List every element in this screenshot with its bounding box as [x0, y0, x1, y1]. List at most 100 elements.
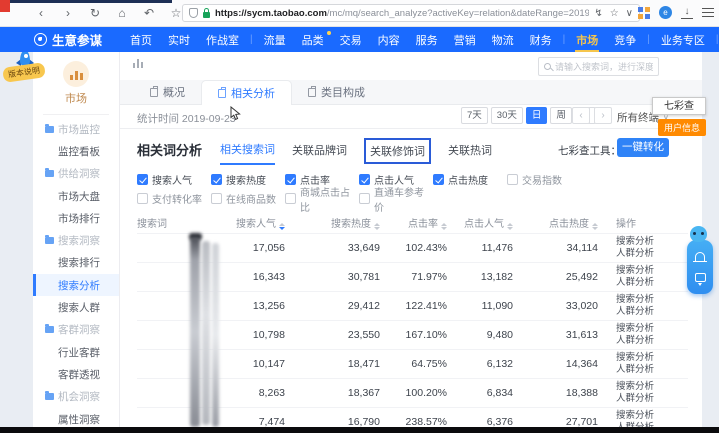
metric-直通车参考价[interactable]: 直通车参考价	[359, 184, 433, 214]
subtab-关联热词[interactable]: 关联热词	[448, 142, 492, 164]
undo-icon[interactable]: ↶	[142, 6, 156, 20]
nav-item-业务专区[interactable]: 业务专区	[653, 27, 713, 52]
chat-icon[interactable]	[695, 273, 706, 282]
column-header-点击人气[interactable]: 点击人气	[447, 215, 513, 231]
sidebar-item-行业客群[interactable]: 行业客群	[33, 341, 119, 363]
metric-在线商品数[interactable]: 在线商品数	[211, 191, 285, 206]
nav-item-流量[interactable]: 流量	[256, 27, 294, 52]
column-header-点击热度[interactable]: 点击热度	[513, 215, 598, 231]
nav-item-品类[interactable]: 品类	[294, 27, 332, 52]
sidebar-item-搜索人群[interactable]: 搜索人群	[33, 296, 119, 318]
action-link-人群分析[interactable]: 人群分析	[616, 248, 688, 260]
subtab-关联修饰词[interactable]: 关联修饰词	[364, 138, 431, 164]
checkbox-checked[interactable]	[359, 174, 370, 185]
column-header-搜索人气[interactable]: 搜索人气	[222, 215, 285, 231]
assistant-mascot-icon[interactable]	[690, 226, 707, 242]
subtab-关联品牌词[interactable]: 关联品牌词	[292, 142, 347, 164]
action-link-搜索分析[interactable]: 搜索分析	[616, 265, 688, 277]
metric-交易指数[interactable]: 交易指数	[507, 172, 581, 187]
nav-item-内容[interactable]: 内容	[370, 27, 408, 52]
subtab-相关搜索词[interactable]: 相关搜索词	[220, 141, 275, 165]
metric-搜索人气[interactable]: 搜索人气	[137, 172, 211, 187]
prev-date-button[interactable]: ‹	[572, 107, 590, 124]
sidebar-item-搜索分析[interactable]: 搜索分析	[33, 274, 119, 296]
sidebar-item-搜索洞察[interactable]: 搜索洞察	[33, 229, 119, 251]
action-link-人群分析[interactable]: 人群分析	[616, 335, 688, 347]
next-date-button[interactable]: ›	[594, 107, 612, 124]
action-link-人群分析[interactable]: 人群分析	[616, 364, 688, 376]
user-info-badge[interactable]: 用户信息	[658, 119, 706, 136]
action-link-人群分析[interactable]: 人群分析	[616, 393, 688, 405]
action-link-搜索分析[interactable]: 搜索分析	[616, 381, 688, 393]
sidebar-item-客群洞察[interactable]: 客群洞察	[33, 319, 119, 341]
bookmark-star-icon[interactable]: ☆	[169, 6, 183, 20]
column-header-点击率[interactable]: 点击率	[380, 215, 447, 231]
sidebar-item-市场监控[interactable]: 市场监控	[33, 118, 119, 140]
search-input[interactable]	[555, 62, 653, 72]
checkbox-checked[interactable]	[285, 174, 296, 185]
address-bar[interactable]: https://sycm.taobao.com/mc/mq/search_ana…	[182, 4, 640, 22]
checkbox-unchecked[interactable]	[211, 193, 222, 204]
range-button-7天[interactable]: 7天	[461, 107, 488, 124]
checkbox-unchecked[interactable]	[137, 193, 148, 204]
favorite-star-icon[interactable]: ☆	[610, 8, 619, 19]
back-icon[interactable]: ‹	[34, 6, 48, 20]
bell-icon[interactable]	[695, 252, 705, 261]
checkbox-unchecked[interactable]	[359, 193, 370, 204]
column-header-搜索热度[interactable]: 搜索热度	[285, 215, 380, 231]
metric-点击热度[interactable]: 点击热度	[433, 172, 507, 187]
range-button-周[interactable]: 周	[550, 107, 572, 124]
checkbox-checked[interactable]	[211, 174, 222, 185]
sidebar-item-市场排行[interactable]: 市场排行	[33, 207, 119, 229]
brand[interactable]: 生意参谋	[34, 30, 102, 49]
tab-概况[interactable]: 概况	[134, 80, 201, 104]
nav-item-竞争[interactable]: 竞争	[606, 27, 644, 52]
nav-item-服务[interactable]: 服务	[408, 27, 446, 52]
range-button-日[interactable]: 日	[526, 107, 548, 124]
checkbox-unchecked[interactable]	[507, 174, 518, 185]
action-link-搜索分析[interactable]: 搜索分析	[616, 323, 688, 335]
action-link-搜索分析[interactable]: 搜索分析	[616, 352, 688, 364]
sidebar-item-市场大盘[interactable]: 市场大盘	[33, 185, 119, 207]
sidebar-item-机会洞察[interactable]: 机会洞察	[33, 386, 119, 408]
nav-item-财务[interactable]: 财务	[522, 27, 560, 52]
dropdown-chevron-icon[interactable]: ∨	[626, 8, 633, 19]
nav-item-作战室[interactable]: 作战室	[198, 27, 247, 52]
range-button-30天[interactable]: 30天	[491, 107, 523, 124]
nav-item-市场[interactable]: 市场	[568, 27, 606, 52]
metric-支付转化率[interactable]: 支付转化率	[137, 191, 211, 206]
url-text[interactable]: https://sycm.taobao.com/mc/mq/search_ana…	[215, 8, 589, 19]
action-link-人群分析[interactable]: 人群分析	[616, 277, 688, 289]
action-link-人群分析[interactable]: 人群分析	[616, 306, 688, 318]
action-link-搜索分析[interactable]: 搜索分析	[616, 410, 688, 422]
qicai-overlay-button[interactable]: 七彩查	[652, 97, 706, 115]
tab-相关分析[interactable]: 相关分析	[201, 80, 292, 105]
one-key-convert-button[interactable]: 一键转化	[617, 138, 669, 157]
nav-item-营销[interactable]: 营销	[446, 27, 484, 52]
metric-搜索热度[interactable]: 搜索热度	[211, 172, 285, 187]
metric-商城点击占比[interactable]: 商城点击占比	[285, 184, 359, 214]
forward-icon[interactable]: ›	[61, 6, 75, 20]
tab-类目构成[interactable]: 类目构成	[292, 80, 381, 104]
nav-item-物流[interactable]: 物流	[484, 27, 522, 52]
sidebar-item-客群透视[interactable]: 客群透视	[33, 363, 119, 385]
extensions-grid-icon[interactable]	[638, 7, 650, 19]
download-icon[interactable]: ↓	[681, 7, 693, 19]
keyword-search-box[interactable]	[538, 57, 659, 76]
account-icon[interactable]: e	[659, 6, 672, 19]
reload-icon[interactable]: ↻	[88, 6, 102, 20]
sidebar-item-搜索排行[interactable]: 搜索排行	[33, 252, 119, 274]
checkbox-checked[interactable]	[433, 174, 444, 185]
browser-menu-icon[interactable]	[702, 8, 714, 18]
sidebar-item-供给洞察[interactable]: 供给洞察	[33, 163, 119, 185]
action-link-搜索分析[interactable]: 搜索分析	[616, 236, 688, 248]
nav-item-首页[interactable]: 首页	[122, 27, 160, 52]
nav-item-交易[interactable]: 交易	[332, 27, 370, 52]
action-link-搜索分析[interactable]: 搜索分析	[616, 294, 688, 306]
sidebar-item-监控看板[interactable]: 监控看板	[33, 140, 119, 162]
flash-icon[interactable]: ↯	[594, 8, 602, 19]
home-icon[interactable]: ⌂	[115, 6, 129, 20]
checkbox-unchecked[interactable]	[285, 193, 296, 204]
checkbox-checked[interactable]	[137, 174, 148, 185]
nav-item-实时[interactable]: 实时	[160, 27, 198, 52]
